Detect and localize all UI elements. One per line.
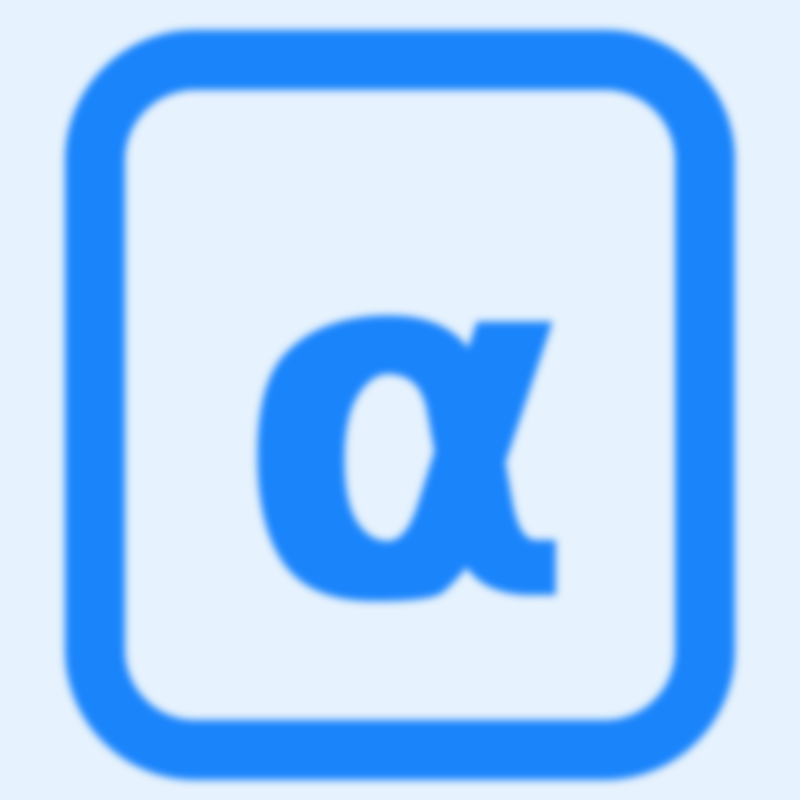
alpha-box-graphic: α <box>65 30 735 780</box>
alpha-glyph: α <box>233 131 577 713</box>
alpha-box-icon: α <box>0 0 800 800</box>
